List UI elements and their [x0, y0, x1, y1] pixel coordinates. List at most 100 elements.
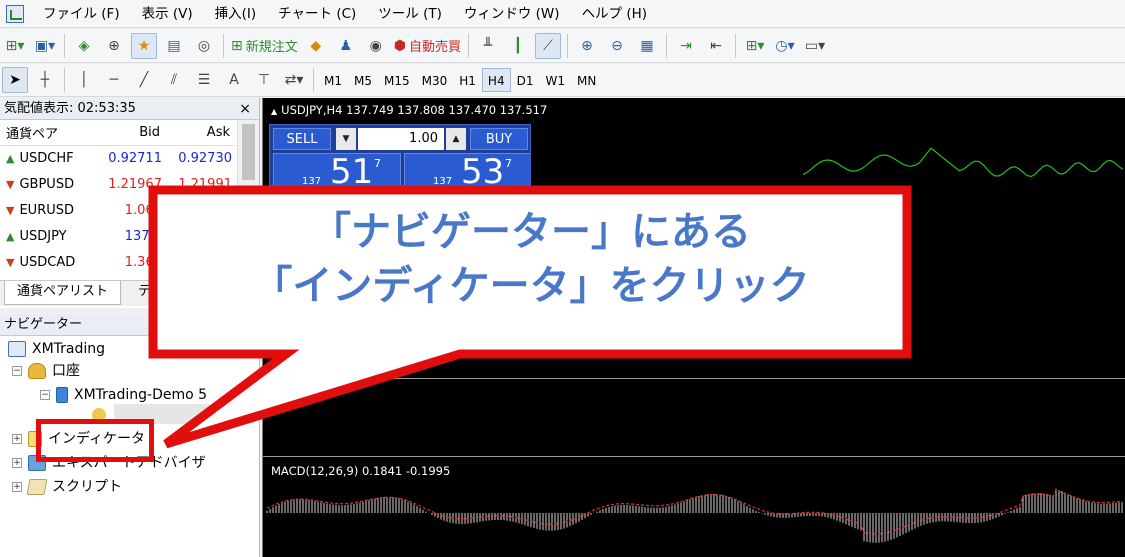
tree-item-scripts[interactable]: + スクリプト: [12, 476, 122, 498]
bid-cell: 137.5: [124, 228, 162, 244]
table-header-row: 通貨ペア Bid Ask: [0, 120, 236, 146]
buy-price-big: 53: [461, 152, 505, 186]
periods-menu-icon[interactable]: ◷▾: [772, 33, 798, 59]
community-icon[interactable]: ♟: [333, 33, 359, 59]
vertical-line-icon[interactable]: │: [71, 67, 97, 93]
expand-icon[interactable]: +: [12, 434, 22, 444]
market-watch-icon[interactable]: ◈: [71, 33, 97, 59]
navigator-title: ナビゲーター: [0, 314, 259, 336]
scripts-icon: [26, 479, 48, 495]
menu-chart[interactable]: チャート (C): [267, 0, 367, 28]
data-window-icon[interactable]: ⊕: [101, 33, 127, 59]
indicators-menu-icon[interactable]: ⊞▾: [742, 33, 768, 59]
new-chart-icon[interactable]: ⊞▾: [2, 33, 28, 59]
menu-tools[interactable]: ツール (T): [367, 0, 453, 28]
expand-icon[interactable]: +: [12, 482, 22, 492]
timeframe-m15[interactable]: M15: [378, 68, 416, 92]
timeframe-h1[interactable]: H1: [453, 68, 482, 92]
timeframe-mn[interactable]: MN: [571, 68, 602, 92]
timeframe-h4[interactable]: H4: [481, 68, 511, 92]
chart-shift-icon[interactable]: ⇤: [703, 33, 729, 59]
arrows-menu-icon[interactable]: ⇄▾: [281, 67, 307, 93]
sell-price-button[interactable]: 137 51 7: [273, 153, 401, 185]
lot-increase-icon[interactable]: ▲: [446, 128, 466, 150]
macd-signal-line: [266, 489, 1123, 535]
tab-tick-chart[interactable]: テ: [125, 281, 165, 305]
chart-header-text: USDJPY,H4 137.749 137.808 137.470 137.51…: [281, 103, 548, 117]
symbol-cell: ▼ GBPUSD: [0, 171, 96, 197]
chart-window[interactable]: ▲ USDJPY,H4 137.749 137.808 137.470 137.5…: [262, 98, 1125, 557]
tree-item-label: 口座: [52, 363, 80, 379]
ask-cell: 1.21991: [178, 176, 232, 192]
text-tool-icon[interactable]: A: [221, 67, 247, 93]
menu-view[interactable]: 表示 (V): [131, 0, 204, 28]
market-watch-title: 気配値表示: 02:53:35 ×: [0, 98, 259, 120]
symbol-name: USDJPY: [19, 228, 67, 244]
chart-divider: [263, 378, 1125, 379]
metaeditor-icon[interactable]: ◆: [303, 33, 329, 59]
autoscroll-icon[interactable]: ⇥: [673, 33, 699, 59]
tree-item-accounts[interactable]: − 口座: [12, 360, 80, 382]
tree-item-xmtrading[interactable]: XMTrading: [8, 338, 105, 360]
collapse-icon[interactable]: −: [40, 390, 50, 400]
tab-symbols-list[interactable]: 通貨ペアリスト: [4, 281, 122, 305]
fibonacci-icon[interactable]: ☰: [191, 67, 217, 93]
arrow-up-icon: ▲: [6, 229, 15, 243]
timeframe-w1[interactable]: W1: [539, 68, 571, 92]
lot-size-input[interactable]: 1.00: [358, 128, 444, 150]
zoom-out-icon[interactable]: ⊖: [604, 33, 630, 59]
menu-file[interactable]: ファイル (F): [32, 0, 131, 28]
timeframe-m5[interactable]: M5: [348, 68, 378, 92]
sell-price-point: 7: [374, 157, 381, 170]
terminal-icon[interactable]: ▤: [161, 33, 187, 59]
timeframe-m30[interactable]: M30: [416, 68, 454, 92]
cursor-icon[interactable]: ➤: [2, 67, 28, 93]
column-header-symbol[interactable]: 通貨ペア: [0, 120, 96, 146]
menu-window[interactable]: ウィンドウ (W): [453, 0, 571, 28]
tile-windows-icon[interactable]: ▦: [634, 33, 660, 59]
collapse-icon[interactable]: −: [12, 366, 22, 376]
bid-cell: 1.21967: [108, 176, 162, 192]
lot-decrease-icon[interactable]: ▼: [336, 128, 356, 150]
indicator-window-divider[interactable]: [263, 456, 1125, 457]
buy-button[interactable]: BUY: [470, 128, 528, 150]
arrow-down-icon: ▼: [6, 203, 15, 217]
crosshair-icon[interactable]: ┼: [32, 67, 58, 93]
expand-icon[interactable]: +: [12, 458, 22, 468]
column-header-ask[interactable]: Ask: [165, 120, 236, 146]
candlestick-icon[interactable]: ┃: [505, 33, 531, 59]
sell-button[interactable]: SELL: [273, 128, 331, 150]
equidistant-channel-icon[interactable]: ⫽: [161, 67, 187, 93]
symbol-cell: ▼ USDCAD: [0, 249, 96, 275]
new-order-button[interactable]: ⊞ 新規注文: [230, 33, 299, 59]
timeframe-m1[interactable]: M1: [318, 68, 348, 92]
table-row[interactable]: ▲ USDCHF 0.92711 0.92730: [0, 145, 236, 171]
market-watch-title-text: 気配値表示: 02:53:35: [4, 101, 136, 116]
navigator-icon[interactable]: ★: [131, 32, 157, 59]
menu-insert[interactable]: 挿入(I): [204, 0, 268, 28]
symbol-cell: ▲ USDCHF: [0, 145, 96, 171]
close-icon[interactable]: ×: [239, 98, 251, 120]
bid-cell: 1.063: [124, 202, 162, 218]
text-label-icon[interactable]: ⊤: [251, 67, 277, 93]
buy-price-button[interactable]: 137 53 7: [404, 152, 530, 186]
tree-item-label: XMTrading: [32, 341, 106, 357]
zoom-in-icon[interactable]: ⊕: [574, 33, 600, 59]
trendline-icon[interactable]: ╱: [131, 67, 157, 93]
menu-help[interactable]: ヘルプ (H): [571, 0, 658, 28]
app-chart-icon[interactable]: [6, 4, 24, 23]
timeframe-d1[interactable]: D1: [511, 68, 540, 92]
horizontal-line-icon[interactable]: ─: [101, 67, 127, 93]
bar-chart-icon[interactable]: ╨: [475, 33, 501, 59]
line-chart-icon[interactable]: ⟋: [535, 32, 561, 59]
strategy-tester-icon[interactable]: ◎: [191, 33, 217, 59]
auto-trading-button[interactable]: ⬢ 自動売買: [393, 33, 462, 59]
templates-menu-icon[interactable]: ▭▾: [802, 33, 828, 59]
indicators-highlight-box: [36, 419, 154, 462]
auto-trading-label: 自動売買: [408, 40, 461, 55]
table-row[interactable]: ▼ GBPUSD 1.21967 1.21991: [0, 171, 236, 197]
profiles-icon[interactable]: ▣▾: [32, 33, 58, 59]
tree-item-server[interactable]: − XMTrading-Demo 5: [40, 384, 207, 406]
signals-icon[interactable]: ◉: [363, 33, 389, 59]
column-header-bid[interactable]: Bid: [96, 120, 166, 146]
